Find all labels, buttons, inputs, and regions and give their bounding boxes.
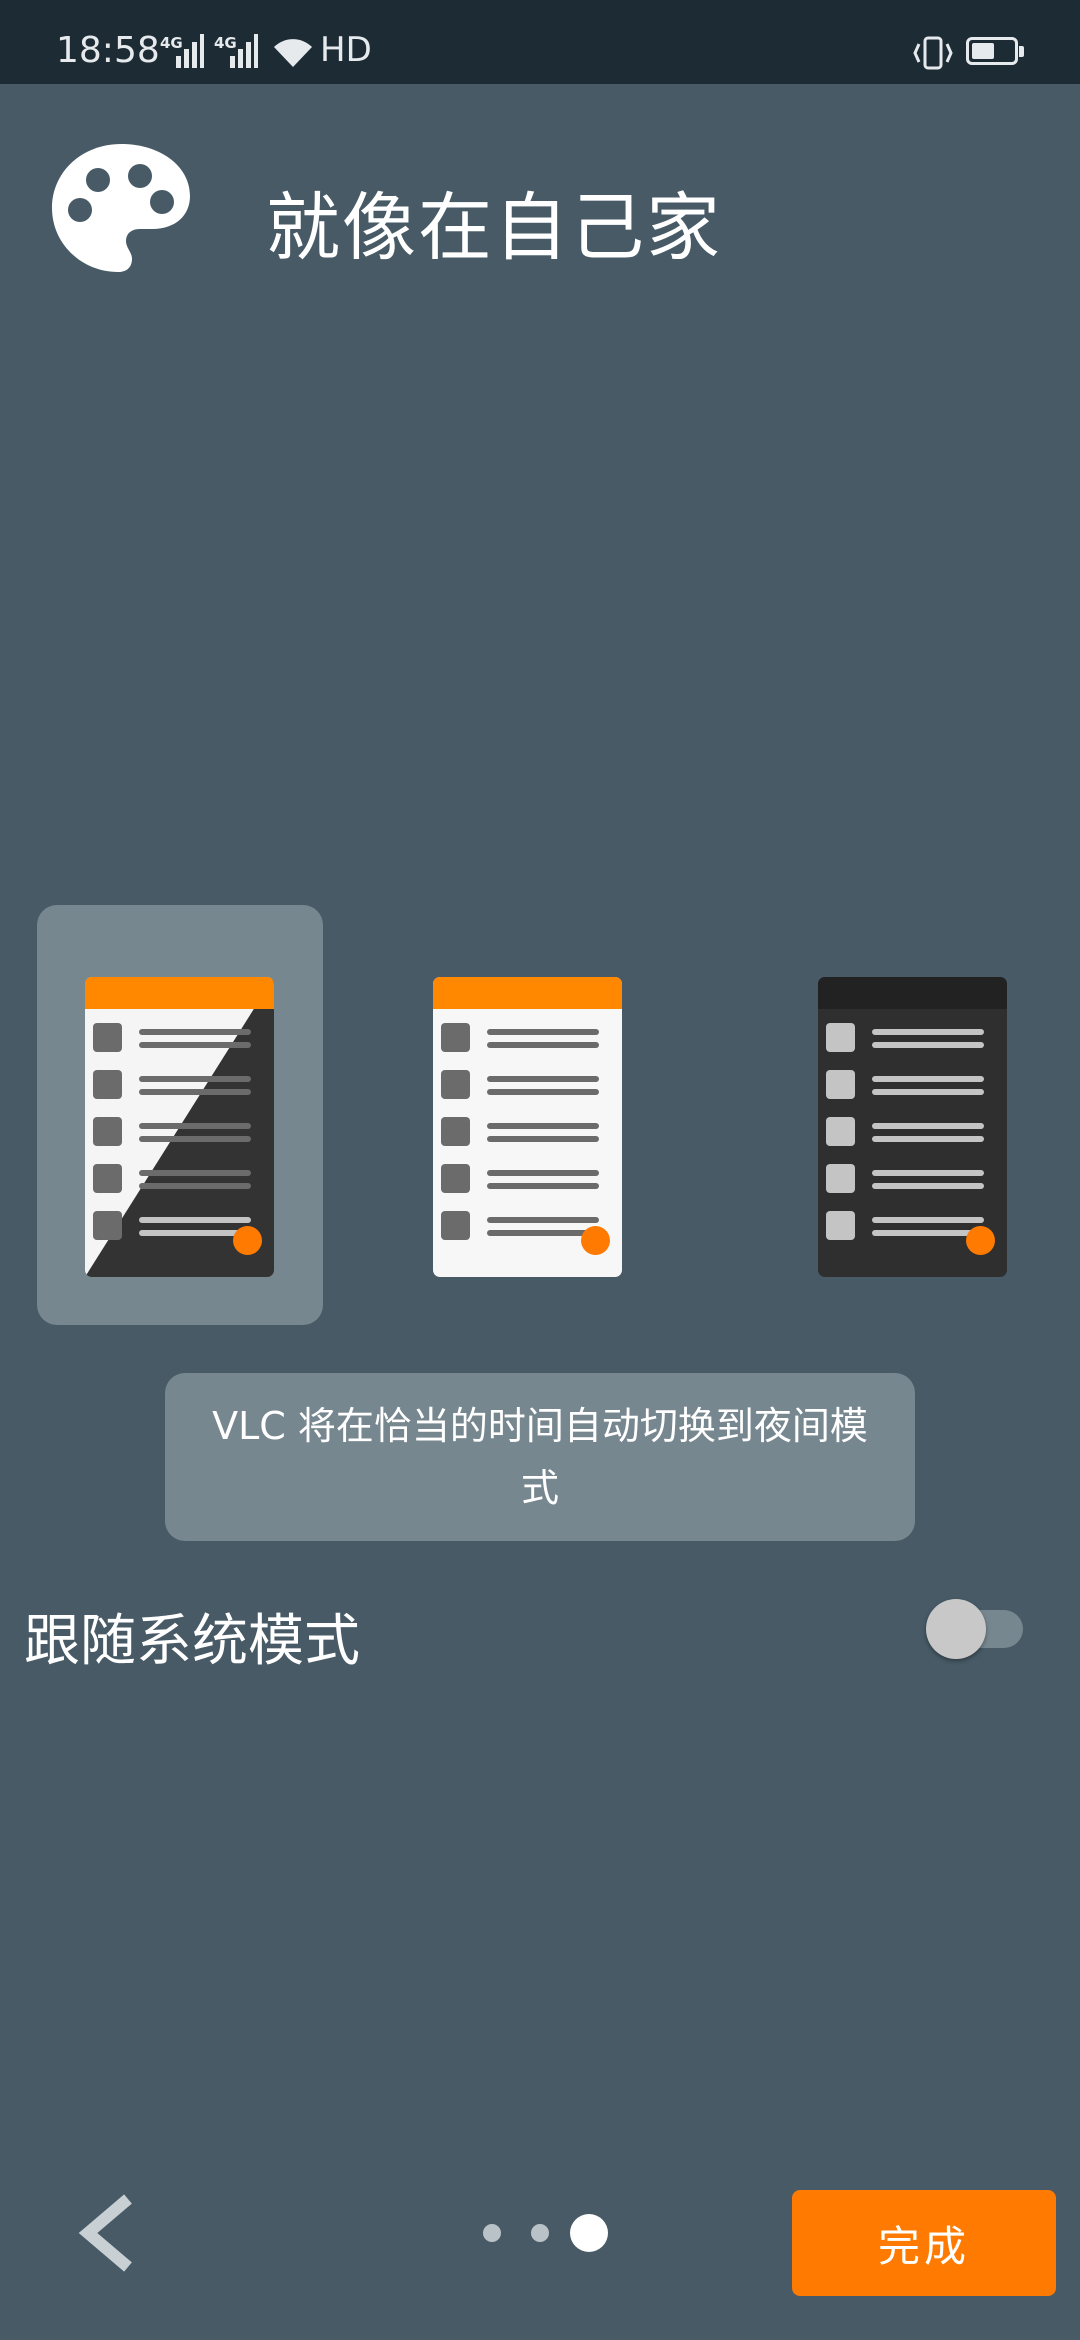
page-title: 就像在自己家 <box>266 185 722 271</box>
wifi-icon <box>274 39 312 67</box>
palette-icon <box>52 144 190 272</box>
theme-preview-light <box>433 977 622 1277</box>
status-time: 18:58 <box>56 30 160 71</box>
signal-2-icon <box>230 34 258 68</box>
theme-preview-daynight <box>85 977 274 1277</box>
theme-preview-dark <box>818 977 1007 1277</box>
signal-1-icon <box>176 34 204 68</box>
hd-indicator: HD <box>320 30 372 70</box>
theme-option-dark[interactable] <box>770 905 1056 1325</box>
theme-option-daynight[interactable] <box>37 905 323 1325</box>
status-bar: 18:58 4G 4G HD <box>0 0 1080 84</box>
done-button[interactable]: 完成 <box>792 2190 1056 2296</box>
follow-system-switch-thumb[interactable] <box>926 1599 986 1659</box>
chevron-left-icon[interactable] <box>72 2193 142 2273</box>
page-indicator-dot-2 <box>531 2224 549 2242</box>
battery-icon <box>966 37 1024 65</box>
vibrate-icon <box>913 36 953 70</box>
page-indicator-dot-1 <box>483 2224 501 2242</box>
follow-system-label: 跟随系统模式 <box>24 1609 360 1674</box>
theme-info-message: VLC 将在恰当的时间自动切换到夜间模式 <box>165 1373 915 1541</box>
page-indicator-dot-3-active <box>570 2214 608 2252</box>
theme-option-light[interactable] <box>385 905 671 1325</box>
